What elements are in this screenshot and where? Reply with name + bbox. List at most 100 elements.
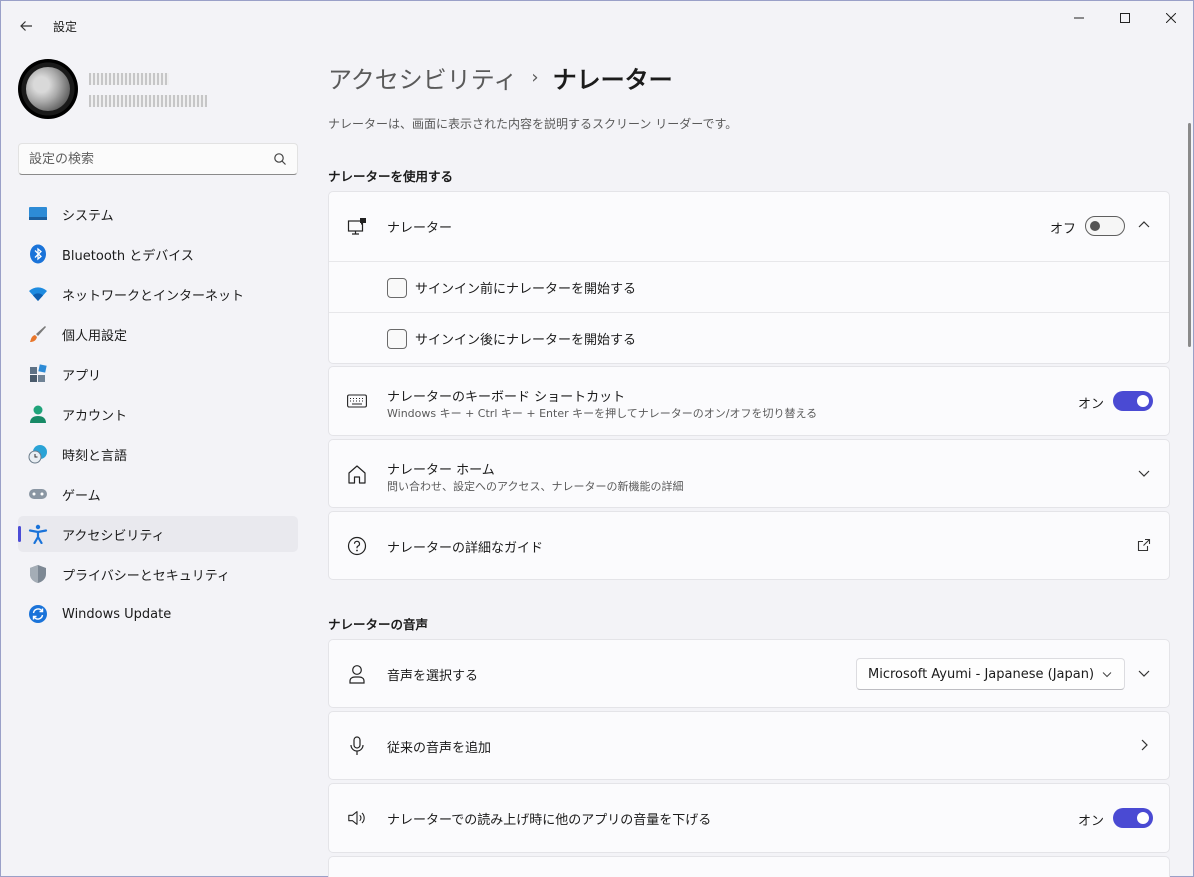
- search-input[interactable]: [29, 144, 269, 174]
- minimize-icon: [1074, 17, 1084, 19]
- narrator-toggle[interactable]: [1085, 216, 1125, 236]
- sign-in-after-label[interactable]: サインイン後にナレーターを開始する: [415, 329, 636, 348]
- chevron-down-icon[interactable]: [1137, 666, 1151, 680]
- update-icon: [28, 604, 48, 624]
- next-card-partial: [328, 856, 1170, 877]
- sidebar-nav: システム Bluetooth とデバイス ネットワークとインターネット 個人用設…: [18, 196, 298, 636]
- sign-in-before-checkbox[interactable]: [387, 278, 407, 298]
- page-title: ナレーター: [552, 65, 673, 94]
- app-title: 設定: [53, 20, 78, 34]
- breadcrumb: アクセシビリティ › ナレーター: [328, 59, 673, 95]
- time-language-icon: [28, 444, 48, 464]
- narrator-guide-card[interactable]: ナレーターの詳細なガイド: [328, 511, 1170, 580]
- shortcut-toggle[interactable]: [1113, 391, 1153, 411]
- external-link-icon[interactable]: [1137, 538, 1151, 552]
- moon-image: [26, 67, 70, 111]
- lower-volume-toggle[interactable]: [1113, 808, 1153, 828]
- settings-window: 設定 システム Bluetooth とデバイス: [0, 0, 1194, 877]
- sidebar-item-network[interactable]: ネットワークとインターネット: [18, 276, 298, 312]
- narrator-state-label: オフ: [1050, 222, 1077, 237]
- toggle-knob: [1137, 812, 1149, 824]
- narrator-guide-row[interactable]: ナレーターの詳細なガイド: [329, 512, 1169, 580]
- accessibility-icon: [28, 524, 48, 544]
- home-icon: [347, 464, 367, 484]
- minimize-button[interactable]: [1056, 5, 1102, 31]
- narrator-guide-title: ナレーターの詳細なガイド: [387, 541, 544, 556]
- narrator-icon: [347, 216, 367, 236]
- select-voice-card: 音声を選択する Microsoft Ayumi - Japanese (Japa…: [328, 639, 1170, 708]
- wifi-icon: [28, 284, 48, 304]
- scrollbar[interactable]: [1188, 123, 1191, 347]
- narrator-title: ナレーター: [387, 221, 453, 236]
- sidebar-item-system[interactable]: システム: [18, 196, 298, 232]
- chevron-right-icon[interactable]: [1137, 738, 1151, 752]
- chevron-down-icon: [1102, 672, 1112, 678]
- sidebar-item-privacy[interactable]: プライバシーとセキュリティ: [18, 556, 298, 592]
- maximize-button[interactable]: [1102, 5, 1148, 31]
- section-title-voice: ナレーターの音声: [328, 617, 429, 632]
- legacy-voice-row[interactable]: 従来の音声を追加: [329, 712, 1169, 780]
- user-email-redacted: [89, 95, 207, 107]
- sidebar-item-personalization[interactable]: 個人用設定: [18, 316, 298, 352]
- sign-in-after-checkbox[interactable]: [387, 329, 407, 349]
- search-box[interactable]: [18, 143, 298, 175]
- breadcrumb-separator: ›: [531, 66, 539, 88]
- sidebar-item-accounts[interactable]: アカウント: [18, 396, 298, 432]
- back-arrow-icon: [20, 21, 32, 31]
- narrator-row[interactable]: ナレーター オフ: [329, 192, 1169, 261]
- sidebar-item-bluetooth[interactable]: Bluetooth とデバイス: [18, 236, 298, 272]
- sidebar-item-windows-update[interactable]: Windows Update: [18, 596, 298, 632]
- toggle-knob: [1090, 221, 1100, 231]
- legacy-voice-card[interactable]: 従来の音声を追加: [328, 711, 1170, 780]
- shortcut-subtitle: Windows キー + Ctrl キー + Enter キーを押してナレーター…: [387, 407, 818, 420]
- user-name-redacted: [89, 73, 169, 85]
- bluetooth-icon: [28, 244, 48, 264]
- narrator-home-row[interactable]: ナレーター ホーム 問い合わせ、設定へのアクセス、ナレーターの新機能の詳細: [329, 440, 1169, 508]
- close-button[interactable]: [1148, 5, 1194, 31]
- apps-icon: [28, 364, 48, 384]
- legacy-voice-title: 従来の音声を追加: [387, 741, 492, 756]
- narrator-home-card[interactable]: ナレーター ホーム 問い合わせ、設定へのアクセス、ナレーターの新機能の詳細: [328, 439, 1170, 508]
- speaker-icon: [347, 808, 367, 828]
- shortcut-row: ナレーターのキーボード ショートカット Windows キー + Ctrl キー…: [329, 367, 1169, 435]
- help-icon: [347, 536, 367, 556]
- sidebar-item-apps[interactable]: アプリ: [18, 356, 298, 392]
- breadcrumb-parent[interactable]: アクセシビリティ: [328, 60, 517, 95]
- brush-icon: [28, 324, 48, 344]
- sidebar-item-time-language[interactable]: 時刻と言語: [18, 436, 298, 472]
- shortcut-card: ナレーターのキーボード ショートカット Windows キー + Ctrl キー…: [328, 366, 1170, 436]
- voice-select[interactable]: Microsoft Ayumi - Japanese (Japan): [856, 658, 1125, 690]
- lower-volume-row: ナレーターでの読み上げ時に他のアプリの音量を下げる オン: [329, 784, 1169, 852]
- page-description: ナレーターは、画面に表示された内容を説明するスクリーン リーダーです。: [328, 117, 738, 131]
- microphone-icon: [347, 736, 367, 756]
- lower-volume-card: ナレーターでの読み上げ時に他のアプリの音量を下げる オン: [328, 783, 1170, 853]
- maximize-icon: [1120, 13, 1130, 23]
- system-icon: [28, 204, 48, 224]
- account-icon: [28, 404, 48, 424]
- select-voice-title: 音声を選択する: [387, 669, 479, 684]
- chevron-down-icon[interactable]: [1137, 466, 1151, 480]
- select-voice-row: 音声を選択する Microsoft Ayumi - Japanese (Japa…: [329, 640, 1169, 708]
- narrator-card: ナレーター オフ サインイン前にナレーターを開始する サインイン後にナレーターを…: [328, 191, 1170, 364]
- sidebar-item-accessibility[interactable]: アクセシビリティ: [18, 516, 298, 552]
- sign-in-after-row: サインイン後にナレーターを開始する: [329, 312, 1169, 363]
- person-voice-icon: [347, 664, 367, 684]
- sign-in-before-label[interactable]: サインイン前にナレーターを開始する: [415, 278, 636, 297]
- sidebar-item-gaming[interactable]: ゲーム: [18, 476, 298, 512]
- avatar[interactable]: [18, 59, 78, 119]
- section-title-use: ナレーターを使用する: [328, 169, 454, 184]
- keyboard-icon: [347, 391, 367, 411]
- shortcut-state-label: オン: [1078, 397, 1105, 412]
- voice-select-value: Microsoft Ayumi - Japanese (Japan): [868, 667, 1095, 682]
- close-icon: [1166, 13, 1176, 23]
- search-icon[interactable]: [273, 152, 287, 166]
- sign-in-before-row: サインイン前にナレーターを開始する: [329, 261, 1169, 312]
- lower-volume-state-label: オン: [1078, 814, 1105, 829]
- chevron-up-icon[interactable]: [1137, 218, 1151, 232]
- shield-icon: [28, 564, 48, 584]
- title-bar: 設定: [1, 1, 1193, 49]
- lower-volume-title: ナレーターでの読み上げ時に他のアプリの音量を下げる: [387, 813, 712, 828]
- toggle-knob: [1137, 395, 1149, 407]
- narrator-home-subtitle: 問い合わせ、設定へのアクセス、ナレーターの新機能の詳細: [387, 480, 684, 493]
- back-button[interactable]: [13, 13, 39, 39]
